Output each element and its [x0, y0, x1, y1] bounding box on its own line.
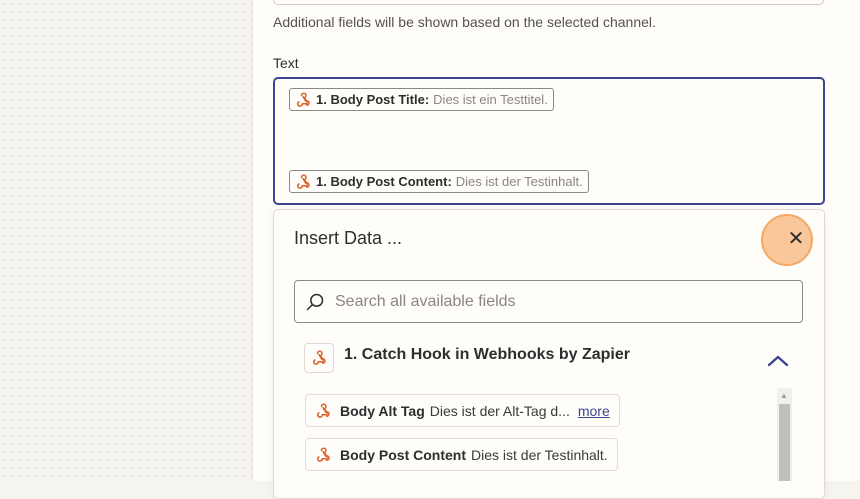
- token-pill-body-post-title[interactable]: 1. Body Post Title: Dies ist ein Testtit…: [289, 88, 554, 111]
- text-field-label: Text: [273, 55, 299, 71]
- webhook-icon: [317, 402, 330, 418]
- close-icon: ✕: [787, 227, 805, 250]
- token-value: Dies ist ein Testtitel.: [433, 92, 548, 107]
- insert-data-title: Insert Data ...: [294, 228, 403, 248]
- search-icon: [306, 293, 324, 311]
- webhook-icon: [297, 91, 310, 107]
- canvas-background: [0, 0, 252, 481]
- webhook-icon: [297, 173, 310, 189]
- search-input[interactable]: [335, 292, 775, 311]
- token-pill-body-post-content[interactable]: 1. Body Post Content: Dies ist der Testi…: [289, 170, 589, 193]
- field-value: Dies ist der Alt-Tag d...: [429, 402, 570, 419]
- channel-select-field[interactable]: [273, 0, 824, 5]
- token-key: 1. Body Post Title:: [316, 92, 430, 107]
- more-link[interactable]: more: [578, 403, 610, 419]
- field-key: Body Post Content: [340, 446, 466, 463]
- chevron-up-icon[interactable]: [766, 351, 790, 369]
- step-title[interactable]: 1. Catch Hook in Webhooks by Zapier: [344, 346, 630, 364]
- field-item-body-post-content[interactable]: Body Post Content Dies ist der Testinhal…: [305, 438, 618, 471]
- webhook-icon: [313, 350, 326, 365]
- field-value: Dies ist der Testinhalt.: [471, 446, 608, 463]
- search-field[interactable]: [294, 280, 803, 323]
- webhook-icon: [317, 446, 330, 462]
- step-app-icon: [304, 343, 334, 373]
- field-key: Body Alt Tag: [340, 402, 425, 419]
- token-key: 1. Body Post Content:: [316, 174, 452, 189]
- field-item-body-alt-tag[interactable]: Body Alt Tag Dies ist der Alt-Tag d... m…: [305, 394, 620, 427]
- close-button[interactable]: ✕: [783, 227, 809, 250]
- helper-text: Additional fields will be shown based on…: [273, 14, 656, 30]
- token-value: Dies ist der Testinhalt.: [455, 174, 583, 189]
- scrollbar-thumb[interactable]: [779, 404, 790, 481]
- scroll-up-arrow-icon[interactable]: ▲: [780, 391, 788, 400]
